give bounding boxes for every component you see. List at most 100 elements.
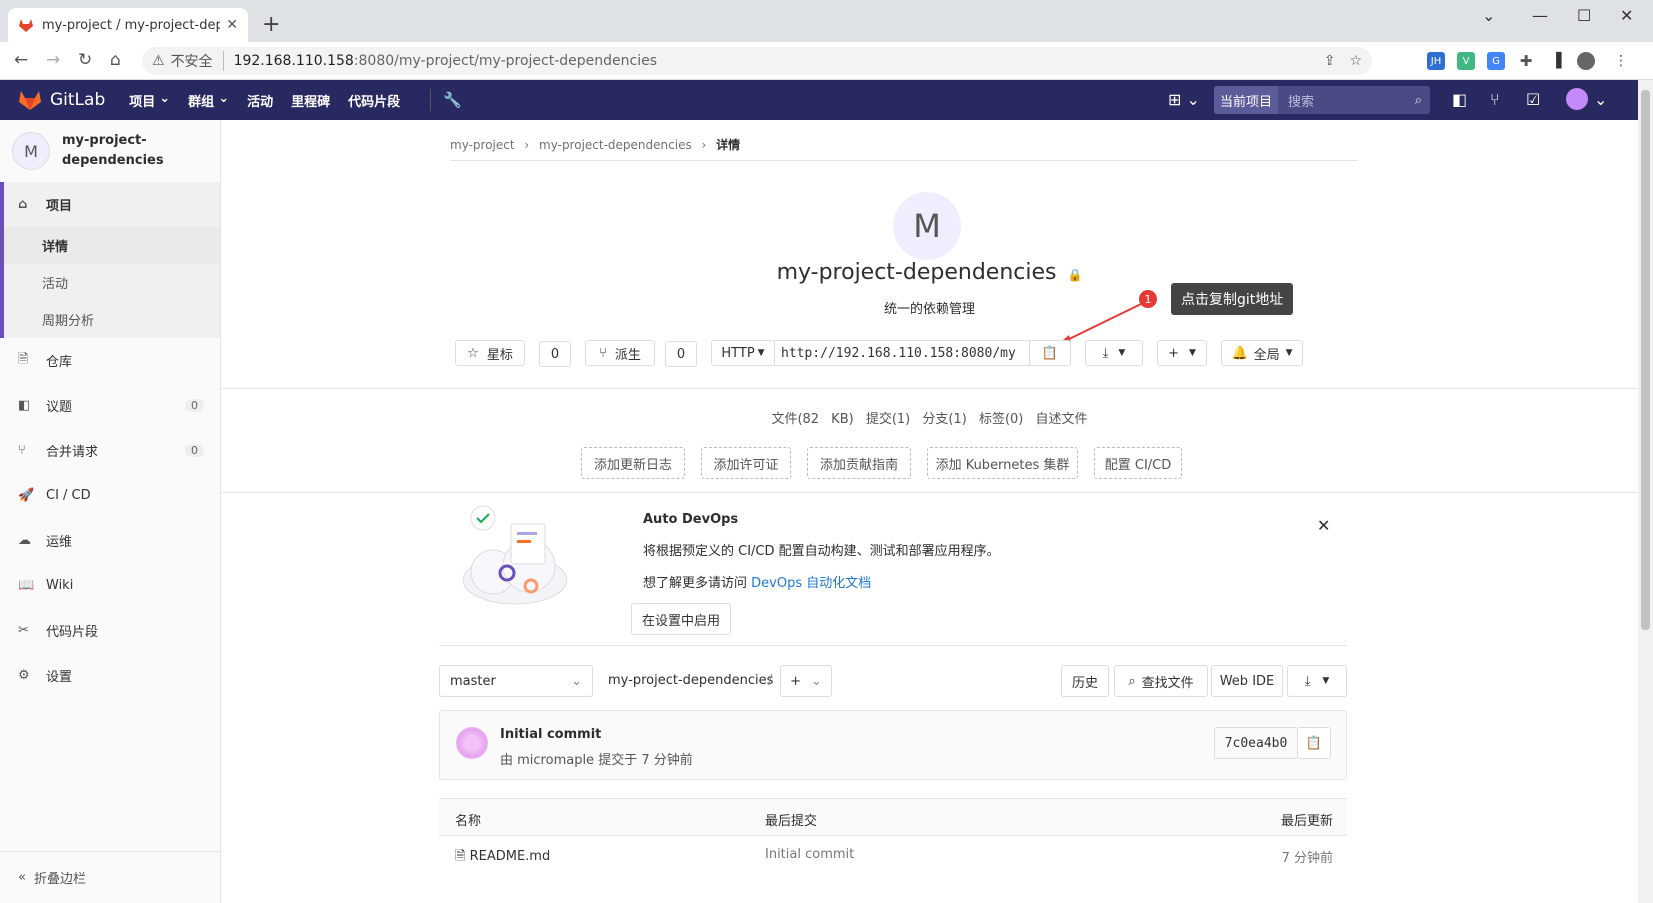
- bell-icon: 🔔: [1231, 345, 1248, 361]
- new-tab-icon[interactable]: +: [262, 12, 280, 37]
- nav-groups[interactable]: 群组: [188, 91, 214, 110]
- sidebar-project[interactable]: M my-project- dependencies: [0, 120, 220, 182]
- merge-requests-icon[interactable]: ⑂: [1490, 90, 1500, 109]
- fork-button[interactable]: ⑂ 派生: [585, 340, 655, 366]
- back-icon[interactable]: ←: [14, 50, 28, 70]
- search-scope[interactable]: 当前项目: [1214, 86, 1279, 114]
- add-changelog-button[interactable]: 添加更新日志: [581, 447, 685, 479]
- clone-url-input[interactable]: http://192.168.110.158:8080/my: [774, 340, 1030, 366]
- sidebar-item-merge-requests[interactable]: ⑂ 合并请求 0: [0, 428, 220, 473]
- search-box[interactable]: 当前项目 搜索 ⌕: [1214, 86, 1430, 114]
- copy-url-button[interactable]: 📋: [1029, 340, 1071, 366]
- chevron-down-icon: ⌄: [571, 673, 582, 689]
- home-icon: ⌂: [18, 197, 28, 212]
- tab-search-icon[interactable]: ⌄: [1482, 6, 1495, 25]
- browser-menu-icon[interactable]: ⋮: [1612, 52, 1630, 70]
- minimize-icon[interactable]: —: [1532, 6, 1548, 25]
- committer-avatar[interactable]: [456, 727, 488, 759]
- add-license-button[interactable]: 添加许可证: [701, 447, 791, 479]
- profile-avatar-icon[interactable]: [1577, 52, 1595, 70]
- table-row[interactable]: 🗎 README.md Initial commit 7 分钟前: [439, 836, 1347, 874]
- sidebar-item-settings[interactable]: ⚙ 设置: [0, 653, 220, 698]
- sidebar-sub-activity[interactable]: 活动: [4, 264, 220, 301]
- commit-sha[interactable]: 7c0ea4b0: [1214, 727, 1298, 759]
- bookmark-star-icon[interactable]: ☆: [1349, 53, 1362, 69]
- nav-milestones[interactable]: 里程碑: [291, 91, 330, 110]
- main-content: my-project › my-project-dependencies › 详…: [221, 120, 1638, 903]
- address-bar[interactable]: ⚠ 不安全 192.168.110.158:8080/my-project/my…: [142, 47, 1372, 75]
- branch-selector[interactable]: master ⌄: [439, 665, 593, 697]
- home-icon[interactable]: ⌂: [110, 50, 121, 70]
- download-dropdown[interactable]: ⤓ ▼: [1085, 340, 1143, 366]
- repo-path[interactable]: my-project-dependencies: [608, 673, 773, 688]
- maximize-icon[interactable]: ☐: [1577, 6, 1591, 25]
- extensions-puzzle-icon[interactable]: ✚: [1517, 52, 1535, 70]
- fork-count[interactable]: 0: [665, 341, 697, 367]
- protocol-dropdown[interactable]: HTTP ▼: [711, 340, 775, 366]
- add-contributing-button[interactable]: 添加贡献指南: [807, 447, 911, 479]
- web-ide-button[interactable]: Web IDE: [1211, 665, 1283, 697]
- todos-icon[interactable]: ☑: [1526, 90, 1540, 109]
- find-file-button[interactable]: ⌕ 查找文件: [1114, 665, 1208, 697]
- reload-icon[interactable]: ↻: [78, 50, 92, 70]
- nav-activity[interactable]: 活动: [247, 91, 273, 110]
- star-count[interactable]: 0: [539, 341, 571, 367]
- sidebar-sub-details[interactable]: 详情: [4, 227, 220, 264]
- add-dropdown[interactable]: + ▼: [1157, 340, 1207, 366]
- stat-branches[interactable]: 分支(1): [922, 412, 966, 427]
- admin-wrench-icon[interactable]: 🔧: [443, 91, 462, 109]
- extension-jh-icon[interactable]: JH: [1427, 52, 1445, 70]
- add-file-dropdown[interactable]: + ⌄: [780, 665, 832, 697]
- commit-title[interactable]: Initial commit: [500, 727, 601, 742]
- file-last-commit[interactable]: Initial commit: [765, 847, 854, 862]
- devops-docs-link[interactable]: DevOps 自动化文档: [751, 576, 871, 591]
- enable-in-settings-button[interactable]: 在设置中启用: [631, 603, 731, 635]
- side-panel-icon[interactable]: ▐: [1547, 52, 1565, 70]
- close-window-icon[interactable]: ✕: [1620, 6, 1633, 25]
- browser-tab[interactable]: my-project / my-project-depe ✕: [8, 8, 248, 42]
- tab-close-icon[interactable]: ✕: [226, 17, 238, 33]
- breadcrumb-root[interactable]: my-project: [450, 138, 515, 152]
- add-kubernetes-button[interactable]: 添加 Kubernetes 集群: [927, 447, 1078, 479]
- stat-files[interactable]: 文件(82 KB): [771, 412, 853, 427]
- forward-icon[interactable]: →: [46, 50, 60, 70]
- warning-icon[interactable]: ⚠: [152, 53, 165, 69]
- setup-cicd-button[interactable]: 配置 CI/CD: [1094, 447, 1182, 479]
- breadcrumb: my-project › my-project-dependencies › 详…: [450, 138, 741, 152]
- vue-devtools-icon[interactable]: V: [1457, 52, 1475, 70]
- breadcrumb-project[interactable]: my-project-dependencies: [539, 138, 692, 152]
- copy-sha-button[interactable]: 📋: [1297, 727, 1331, 759]
- translate-icon[interactable]: G: [1487, 52, 1505, 70]
- gitlab-logo[interactable]: GitLab: [18, 89, 105, 111]
- sidebar-item-repository[interactable]: 🗎 仓库: [0, 338, 220, 383]
- stat-commits[interactable]: 提交(1): [866, 412, 910, 427]
- sidebar-item-issues[interactable]: ◧ 议题 0: [0, 383, 220, 428]
- close-icon[interactable]: ✕: [1317, 516, 1330, 535]
- sidebar-item-snippets[interactable]: ✂ 代码片段: [0, 608, 220, 653]
- download-dropdown[interactable]: ⤓ ▼: [1287, 665, 1347, 697]
- sidebar-sub-cycle-analytics[interactable]: 周期分析: [4, 301, 220, 338]
- project-name-line1: my-project-: [62, 133, 147, 148]
- sidebar-item-cicd[interactable]: 🚀 CI / CD: [0, 473, 220, 518]
- scrollbar-thumb[interactable]: [1641, 90, 1650, 630]
- issues-icon[interactable]: ◧: [1452, 90, 1467, 109]
- sidebar-item-wiki[interactable]: 📖 Wiki: [0, 563, 220, 608]
- sidebar-item-operations[interactable]: ☁ 运维: [0, 518, 220, 563]
- branch-name: master: [450, 673, 496, 689]
- new-item-plus-icon[interactable]: ⊞ ⌄: [1168, 90, 1200, 109]
- nav-projects[interactable]: 项目: [129, 91, 155, 110]
- history-button[interactable]: 历史: [1061, 665, 1109, 697]
- sidebar-item-project[interactable]: ⌂ 项目: [4, 182, 220, 227]
- collapse-sidebar-button[interactable]: « 折叠边栏: [0, 851, 220, 903]
- chevron-down-icon: ⌄: [811, 673, 822, 689]
- document-icon: 🗎: [18, 351, 29, 367]
- notification-dropdown[interactable]: 🔔 全局 ▼: [1221, 340, 1303, 366]
- file-name[interactable]: 🗎 README.md: [455, 847, 550, 869]
- stat-tags[interactable]: 标签(0): [979, 412, 1023, 427]
- stat-readme[interactable]: 自述文件: [1036, 412, 1088, 427]
- search-input[interactable]: 搜索: [1288, 91, 1415, 110]
- user-avatar[interactable]: [1566, 88, 1588, 110]
- share-icon[interactable]: ⇪: [1324, 53, 1336, 69]
- nav-snippets[interactable]: 代码片段: [348, 91, 400, 110]
- star-button[interactable]: ☆ 星标: [455, 340, 525, 366]
